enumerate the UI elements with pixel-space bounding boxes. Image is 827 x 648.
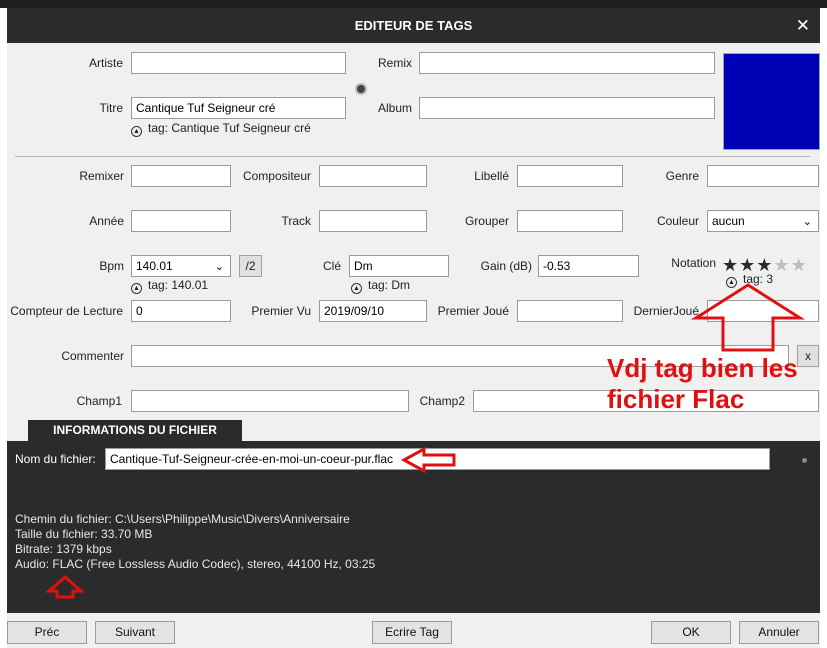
compteur-label: Compteur de Lecture [10,304,123,318]
notation-label: Notation [671,256,716,270]
left-edge [0,8,7,648]
cle-tag-text: tag: Dm [368,278,411,292]
remixer-input[interactable] [131,165,231,187]
path-line: Chemin du fichier: C:\Users\Philippe\Mus… [15,512,350,526]
cancel-button[interactable]: Annuler [739,621,819,644]
cle-label: Clé [322,259,341,273]
annotation-line-2: fichier Flac [607,384,745,414]
bitrate-line: Bitrate: 1379 kbps [15,542,112,556]
grouper-input[interactable] [517,210,623,232]
annee-label: Année [89,214,124,228]
champ2-label: Champ2 [419,394,465,408]
couleur-value: aucun [712,214,745,228]
libelle-label: Libellé [474,169,509,183]
filename-label: Nom du fichier: [15,452,96,466]
premier-joue-input[interactable] [517,300,623,322]
prev-button[interactable]: Préc [7,621,87,644]
filename-input[interactable]: Cantique-Tuf-Seigneur-crée-en-moi-un-coe… [105,448,770,470]
chevron-down-icon: ⌄ [214,261,224,273]
chevron-down-icon: ⌄ [802,216,812,228]
album-label: Album [377,101,412,115]
arrow-up-icon[interactable]: ▲ [131,126,142,137]
cover-art[interactable] [723,53,820,150]
ok-button[interactable]: OK [651,621,731,644]
couleur-select[interactable]: aucun ⌄ [707,210,819,232]
audio-line: Audio: FLAC (Free Lossless Audio Codec),… [15,557,376,571]
titre-label: Titre [99,101,123,115]
window-title: EDITEUR DE TAGS [354,18,473,33]
titre-tag: ▲ tag: Cantique Tuf Seigneur cré [131,121,311,137]
bpm-tag-text: tag: 140.01 [148,278,209,292]
libelle-input[interactable] [517,165,623,187]
track-label: Track [281,214,311,228]
bpm-label: Bpm [99,259,124,273]
write-tag-button[interactable]: Ecrire Tag [372,621,452,644]
dernier-joue-label: DernierJoué [633,304,699,318]
gain-input[interactable]: -0.53 [538,255,639,277]
grouper-label: Grouper [464,214,509,228]
arrow-up-icon[interactable]: ▲ [726,277,737,288]
dot-icon [802,458,807,463]
annotation-text: Vdj tag bien les fichier Flac [607,353,798,415]
commenter-label: Commenter [61,349,124,363]
champ1-input[interactable] [131,390,409,412]
compositeur-label: Compositeur [242,169,311,183]
notation-tag-text: tag: 3 [743,272,774,286]
radio-dot-icon[interactable] [355,83,367,95]
right-edge [820,8,827,648]
premier-vu-label: Premier Vu [251,304,311,318]
info-tab[interactable]: INFORMATIONS DU FICHIER [28,420,242,441]
bpm-select[interactable]: 140.01 ⌄ [131,255,231,277]
premier-joue-label: Premier Joué [437,304,509,318]
title-bar: EDITEUR DE TAGS ✕ [7,8,820,43]
artiste-input[interactable] [131,52,346,74]
compositeur-input[interactable] [319,165,427,187]
arrow-up-icon[interactable]: ▲ [351,283,362,294]
star-icon[interactable]: ★ [773,255,790,275]
album-input[interactable] [419,97,715,119]
annotation-line-1: Vdj tag bien les [607,353,798,383]
titre-input[interactable]: Cantique Tuf Seigneur cré [131,97,346,119]
half-bpm-button[interactable]: /2 [239,255,262,277]
gain-label: Gain (dB) [480,259,532,273]
clear-comment-button[interactable]: x [797,345,819,367]
close-icon[interactable]: ✕ [796,8,810,43]
bpm-value: 140.01 [136,259,173,273]
cle-tag: ▲ tag: Dm [351,278,410,294]
champ1-label: Champ1 [76,394,122,408]
premier-vu-input[interactable]: 2019/09/10 [319,300,427,322]
arrow-up-icon[interactable]: ▲ [131,283,142,294]
bpm-tag: ▲ tag: 140.01 [131,278,208,294]
remixer-label: Remixer [79,169,124,183]
notation-tag: ▲ tag: 3 [726,272,773,288]
compteur-input[interactable]: 0 [131,300,231,322]
next-button[interactable]: Suivant [95,621,175,644]
size-line: Taille du fichier: 33.70 MB [15,527,153,541]
separator [15,156,810,157]
star-icon[interactable]: ★ [791,255,808,275]
track-input[interactable] [319,210,427,232]
artiste-label: Artiste [88,56,123,70]
remix-input[interactable] [419,52,715,74]
titre-tag-text: tag: Cantique Tuf Seigneur cré [148,121,311,135]
couleur-label: Couleur [656,214,699,228]
annee-input[interactable] [131,210,231,232]
genre-input[interactable] [707,165,819,187]
dernier-joue-input[interactable] [707,300,819,322]
cle-input[interactable]: Dm [349,255,449,277]
top-strip [0,0,827,8]
remix-label: Remix [377,56,412,70]
genre-label: Genre [665,169,699,183]
